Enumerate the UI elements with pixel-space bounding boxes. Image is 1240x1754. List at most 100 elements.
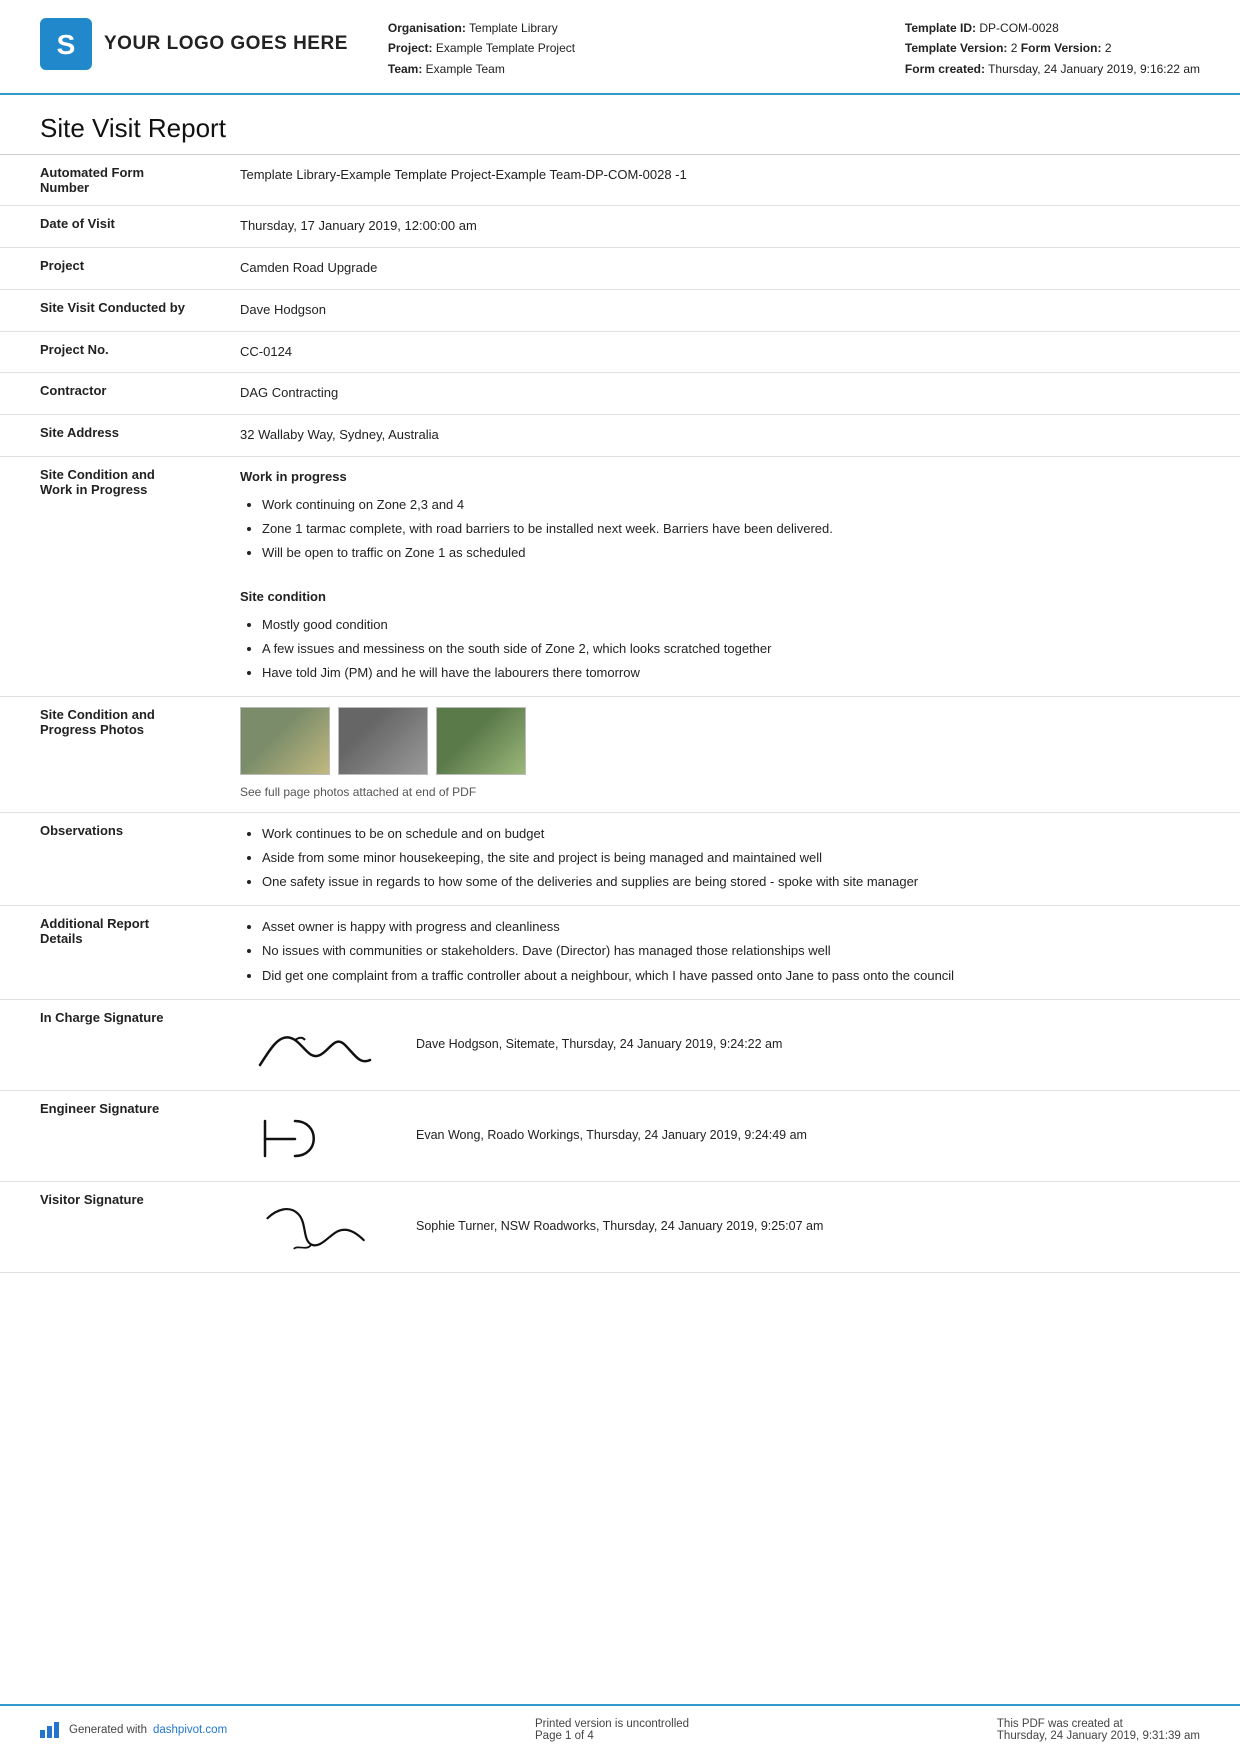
site-address-label: Site Address bbox=[0, 415, 200, 457]
org-value: Template Library bbox=[469, 21, 558, 35]
photos-thumbnails bbox=[240, 707, 1200, 775]
org-line: Organisation: Template Library bbox=[388, 18, 875, 38]
photo-thumbnail-1 bbox=[240, 707, 330, 775]
report-title: Site Visit Report bbox=[0, 95, 1240, 155]
engineer-signature-image bbox=[240, 1101, 400, 1171]
svg-text:S: S bbox=[57, 29, 76, 60]
list-item: Work continuing on Zone 2,3 and 4 bbox=[262, 494, 1200, 516]
additional-label: Additional Report Details bbox=[0, 906, 200, 999]
site-visit-value: Dave Hodgson bbox=[200, 289, 1240, 331]
visitor-sig-value: Sophie Turner, NSW Roadworks, Thursday, … bbox=[200, 1181, 1240, 1272]
project-field-label: Project bbox=[0, 247, 200, 289]
engineer-sig-value: Evan Wong, Roado Workings, Thursday, 24 … bbox=[200, 1090, 1240, 1181]
in-charge-signature-image bbox=[240, 1010, 400, 1080]
header: S YOUR LOGO GOES HERE Organisation: Temp… bbox=[0, 0, 1240, 95]
team-value: Example Team bbox=[426, 62, 505, 76]
list-item: Aside from some minor housekeeping, the … bbox=[262, 847, 1200, 869]
footer-right: This PDF was created at Thursday, 24 Jan… bbox=[997, 1718, 1200, 1742]
form-number-row: Automated Form Number Template Library-E… bbox=[0, 155, 1240, 206]
engineer-sig-label: Engineer Signature bbox=[0, 1090, 200, 1181]
list-item: Work continues to be on schedule and on … bbox=[262, 823, 1200, 845]
additional-value: Asset owner is happy with progress and c… bbox=[200, 906, 1240, 999]
header-right: Template ID: DP-COM-0028 Template Versio… bbox=[905, 18, 1200, 79]
photo-thumbnail-2 bbox=[338, 707, 428, 775]
team-line: Team: Example Team bbox=[388, 59, 875, 79]
site-address-row: Site Address 32 Wallaby Way, Sydney, Aus… bbox=[0, 415, 1240, 457]
footer-generated-text: Generated with bbox=[69, 1724, 147, 1736]
contractor-row: Contractor DAG Contracting bbox=[0, 373, 1240, 415]
project-field-value: Camden Road Upgrade bbox=[200, 247, 1240, 289]
form-version-label: Form Version: bbox=[1021, 41, 1102, 55]
engineer-sig-row: Engineer Signature Evan Wong, Roado Work… bbox=[0, 1090, 1240, 1181]
project-row: Project Camden Road Upgrade bbox=[0, 247, 1240, 289]
observations-list: Work continues to be on schedule and on … bbox=[262, 823, 1200, 893]
list-item: Did get one complaint from a traffic con… bbox=[262, 965, 1200, 987]
site-condition-heading: Site condition bbox=[240, 587, 1200, 608]
contractor-label: Contractor bbox=[0, 373, 200, 415]
logo-area: S YOUR LOGO GOES HERE bbox=[40, 18, 348, 70]
site-address-value: 32 Wallaby Way, Sydney, Australia bbox=[200, 415, 1240, 457]
logo-icon: S bbox=[40, 18, 92, 70]
date-of-visit-row: Date of Visit Thursday, 17 January 2019,… bbox=[0, 206, 1240, 248]
logo-text: YOUR LOGO GOES HERE bbox=[104, 33, 348, 55]
project-value: Example Template Project bbox=[436, 41, 575, 55]
list-item: No issues with communities or stakeholde… bbox=[262, 940, 1200, 962]
contractor-value: DAG Contracting bbox=[200, 373, 1240, 415]
list-item: Have told Jim (PM) and he will have the … bbox=[262, 662, 1200, 684]
work-in-progress-list: Work continuing on Zone 2,3 and 4Zone 1 … bbox=[262, 494, 1200, 564]
observations-value: Work continues to be on schedule and on … bbox=[200, 813, 1240, 906]
template-version-label: Template Version: bbox=[905, 41, 1007, 55]
observations-row: Observations Work continues to be on sch… bbox=[0, 813, 1240, 906]
footer-dashpivot-link[interactable]: dashpivot.com bbox=[153, 1724, 227, 1736]
list-item: A few issues and messiness on the south … bbox=[262, 638, 1200, 660]
footer-uncontrolled-text: Printed version is uncontrolled bbox=[535, 1718, 689, 1730]
visitor-sig-row: Visitor Signature Sophie Turner, NSW Roa… bbox=[0, 1181, 1240, 1272]
template-version-line: Template Version: 2 Form Version: 2 bbox=[905, 38, 1200, 58]
template-id-value: DP-COM-0028 bbox=[979, 21, 1058, 35]
engineer-sig-name: Evan Wong, Roado Workings, Thursday, 24 … bbox=[416, 1126, 807, 1145]
header-meta: Organisation: Template Library Project: … bbox=[388, 18, 875, 79]
work-in-progress-heading: Work in progress bbox=[240, 467, 1200, 488]
project-no-row: Project No. CC-0124 bbox=[0, 331, 1240, 373]
additional-list: Asset owner is happy with progress and c… bbox=[262, 916, 1200, 986]
footer-right-text: This PDF was created at bbox=[997, 1718, 1123, 1730]
site-visit-label: Site Visit Conducted by bbox=[0, 289, 200, 331]
footer-right-date: Thursday, 24 January 2019, 9:31:39 am bbox=[997, 1730, 1200, 1742]
in-charge-sig-name: Dave Hodgson, Sitemate, Thursday, 24 Jan… bbox=[416, 1035, 782, 1054]
visitor-sig-label: Visitor Signature bbox=[0, 1181, 200, 1272]
in-charge-sig-value: Dave Hodgson, Sitemate, Thursday, 24 Jan… bbox=[200, 999, 1240, 1090]
list-item: Mostly good condition bbox=[262, 614, 1200, 636]
form-version-value: 2 bbox=[1105, 41, 1112, 55]
photos-caption: See full page photos attached at end of … bbox=[240, 783, 1200, 802]
site-visit-row: Site Visit Conducted by Dave Hodgson bbox=[0, 289, 1240, 331]
form-number-value: Template Library-Example Template Projec… bbox=[200, 155, 1240, 206]
in-charge-sig-row: In Charge Signature Dave Hodgson, Sitema… bbox=[0, 999, 1240, 1090]
date-of-visit-value: Thursday, 17 January 2019, 12:00:00 am bbox=[200, 206, 1240, 248]
site-condition-row: Site Condition and Work in Progress Work… bbox=[0, 456, 1240, 696]
photos-label: Site Condition and Progress Photos bbox=[0, 696, 200, 812]
org-label: Organisation: bbox=[388, 21, 466, 35]
project-no-value: CC-0124 bbox=[200, 331, 1240, 373]
site-condition-list: Mostly good conditionA few issues and me… bbox=[262, 614, 1200, 684]
form-created-value: Thursday, 24 January 2019, 9:16:22 am bbox=[988, 62, 1200, 76]
in-charge-sig-label: In Charge Signature bbox=[0, 999, 200, 1090]
template-id-line: Template ID: DP-COM-0028 bbox=[905, 18, 1200, 38]
team-label: Team: bbox=[388, 62, 422, 76]
site-condition-value: Work in progress Work continuing on Zone… bbox=[200, 456, 1240, 696]
list-item: One safety issue in regards to how some … bbox=[262, 871, 1200, 893]
project-no-label: Project No. bbox=[0, 331, 200, 373]
main-table: Automated Form Number Template Library-E… bbox=[0, 155, 1240, 1272]
list-item: Asset owner is happy with progress and c… bbox=[262, 916, 1200, 938]
additional-row: Additional Report Details Asset owner is… bbox=[0, 906, 1240, 999]
form-number-label: Automated Form Number bbox=[0, 155, 200, 206]
list-item: Will be open to traffic on Zone 1 as sch… bbox=[262, 542, 1200, 564]
footer-bar-icon bbox=[40, 1722, 59, 1738]
visitor-sig-name: Sophie Turner, NSW Roadworks, Thursday, … bbox=[416, 1217, 823, 1236]
list-item: Zone 1 tarmac complete, with road barrie… bbox=[262, 518, 1200, 540]
form-created-line: Form created: Thursday, 24 January 2019,… bbox=[905, 59, 1200, 79]
footer-page-text: Page 1 of 4 bbox=[535, 1730, 689, 1742]
template-id-label: Template ID: bbox=[905, 21, 976, 35]
template-version-value: 2 bbox=[1011, 41, 1018, 55]
footer-center: Printed version is uncontrolled Page 1 o… bbox=[535, 1718, 689, 1742]
date-of-visit-label: Date of Visit bbox=[0, 206, 200, 248]
